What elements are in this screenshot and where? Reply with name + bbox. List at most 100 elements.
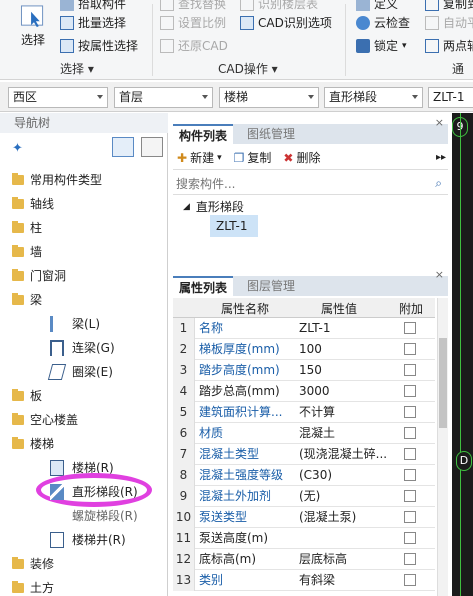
table-row[interactable]: 6 材质 混凝土 [173,423,435,444]
table-row[interactable]: 10 泵送类型 (混凝土泵) [173,507,435,528]
lock-button[interactable]: 锁定 ▾ [356,37,407,54]
nav-item-beam[interactable]: 梁 [12,291,42,308]
table-row[interactable]: 7 混凝土类型 (现浇混凝土碎... [173,444,435,465]
table-row[interactable]: 5 建筑面积计算... 不计算 [173,402,435,423]
nav-item-axis[interactable]: 轴线 [12,195,54,212]
properties-tabbar: 属性列表 图层管理 × [173,268,448,296]
add-icon[interactable]: ✦ [12,141,23,156]
table-row[interactable]: 1 名称 ZLT-1 [173,318,435,339]
two-point-button[interactable]: 两点辅 [425,37,473,54]
find-replace-button[interactable]: 查找替换 [160,0,226,12]
checkbox[interactable] [404,511,416,523]
nav-item-slab[interactable]: 板 [12,387,42,404]
close-icon[interactable]: × [435,116,444,129]
table-row[interactable]: 3 踏步高度(mm) 150 [173,360,435,381]
category-select[interactable]: 楼梯 [219,87,319,108]
nav-item-door-window[interactable]: 门窗洞 [12,267,66,284]
nav-subitem-link-beam[interactable]: 连梁(G) [50,339,115,356]
table-row[interactable]: 11 泵送高度(m) [173,528,435,549]
navigation-tree-panel: 导航树 ✦ 常用构件类型 轴线 柱 墙 门窗洞 梁 梁(L) 连梁(G) 圈梁(… [0,113,168,596]
nav-item-column[interactable]: 柱 [12,219,42,236]
search-icon[interactable]: ⌕ [435,176,442,191]
nav-subitem-stairwell[interactable]: 楼梯井(R) [50,531,126,548]
checkbox[interactable] [404,343,416,355]
floor-table-icon [240,0,254,11]
copy-button[interactable]: ❐ 复制 [234,149,272,166]
search-input[interactable] [173,175,423,193]
checkbox[interactable] [404,427,416,439]
component-item-selected[interactable]: ZLT-1 [210,215,258,237]
axis-label-mid: D [456,451,472,471]
pick-component-button[interactable]: 拾取构件 [60,0,126,12]
attr-select-button[interactable]: 按属性选择 [60,37,138,54]
table-row[interactable]: 4 踏步总高(mm) 3000 [173,381,435,402]
define-button[interactable]: 定义 [356,0,398,12]
set-ratio-button[interactable]: 设置比例 [160,14,226,31]
restore-cad-button[interactable]: 还原CAD [160,37,228,54]
two-point-icon [425,38,439,53]
nav-item-decoration[interactable]: 装修 [12,555,54,572]
nav-item-common-types[interactable]: 常用构件类型 [12,171,102,188]
nav-item-wall[interactable]: 墙 [12,243,42,260]
scrollbar-thumb[interactable] [439,338,447,428]
tab-property-list[interactable]: 属性列表 [173,276,234,296]
component-name-select[interactable]: ZLT-1 [428,87,473,108]
checkbox[interactable] [404,490,416,502]
ribbon: 选择 拾取构件 批量选择 按属性选择 选择 ▾ 查找替换 设置比例 还原CAD … [0,0,473,80]
component-group[interactable]: ◢ 直形梯段 [183,198,244,215]
nav-item-hollow-floor[interactable]: 空心楼盖 [12,411,78,428]
type-select[interactable]: 直形梯段 [324,87,423,108]
more-icon[interactable]: ▸▸ [436,152,446,163]
tab-layer-management[interactable]: 图层管理 [241,276,301,296]
identify-floor-button[interactable]: 识别楼层表 [240,0,318,12]
nav-subitem-straight-flight[interactable]: 直形梯段(R) [50,483,138,500]
checkbox[interactable] [404,364,416,376]
checkbox[interactable] [404,448,416,460]
define-icon [356,0,370,11]
select-label: 选择 [20,33,45,47]
cad-options-button[interactable]: CAD识别选项 [240,14,332,31]
component-search[interactable]: ⌕ [173,175,448,195]
nav-subitem-spiral-flight[interactable]: 螺旋梯段(R) [50,507,138,524]
group-label-common: 通用 [452,62,465,76]
checkbox[interactable] [404,553,416,565]
floor-select[interactable]: 首层 [114,87,213,108]
tab-component-list[interactable]: 构件列表 [173,124,234,144]
checkbox[interactable] [404,532,416,544]
list-view-icon[interactable] [112,137,134,157]
nav-subitem-ring-beam[interactable]: 圈梁(E) [47,363,113,380]
select-button[interactable]: 选择 [14,4,52,48]
nav-item-earthwork[interactable]: 土方 [12,579,54,596]
nav-item-stairs[interactable]: 楼梯 [12,435,54,452]
drawing-canvas[interactable]: 9 D [452,113,473,596]
table-row[interactable]: 9 混凝土外加剂 (无) [173,486,435,507]
checkbox[interactable] [404,322,416,334]
checkbox[interactable] [404,385,416,397]
delete-icon: ✖ [283,150,294,165]
checkbox[interactable] [404,469,416,481]
close-icon[interactable]: × [435,268,444,281]
header-value: 属性值 [321,302,358,316]
table-row[interactable]: 8 混凝土强度等级 (C30) [173,465,435,486]
ratio-icon [160,15,174,30]
auto-balance-button[interactable]: 自动平 [425,14,473,31]
nav-subitem-beam-l[interactable]: 梁(L) [50,315,100,332]
cloud-check-button[interactable]: 云检查 [356,14,410,31]
table-row[interactable]: 12 底标高(m) 层底标高 [173,549,435,570]
grid-view-icon[interactable] [141,137,163,157]
checkbox[interactable] [404,406,416,418]
spiral-flight-icon [50,508,64,524]
nav-title: 导航树 [0,113,168,133]
folder-icon [12,244,24,257]
region-select[interactable]: 西区 [8,87,108,108]
delete-button[interactable]: ✖ 删除 [283,149,320,166]
checkbox[interactable] [404,574,416,586]
properties-scrollbar[interactable] [437,298,448,596]
table-row[interactable]: 2 梯板厚度(mm) 100 [173,339,435,360]
table-row[interactable]: 13 类别 有斜梁 [173,570,435,591]
tab-drawing-management[interactable]: 图纸管理 [241,124,301,144]
stair-icon [50,459,64,476]
batch-select-button[interactable]: 批量选择 [60,14,126,31]
copy-to-button[interactable]: 复制到 [425,0,473,12]
new-button[interactable]: ✚ 新建 ▾ [177,149,222,166]
